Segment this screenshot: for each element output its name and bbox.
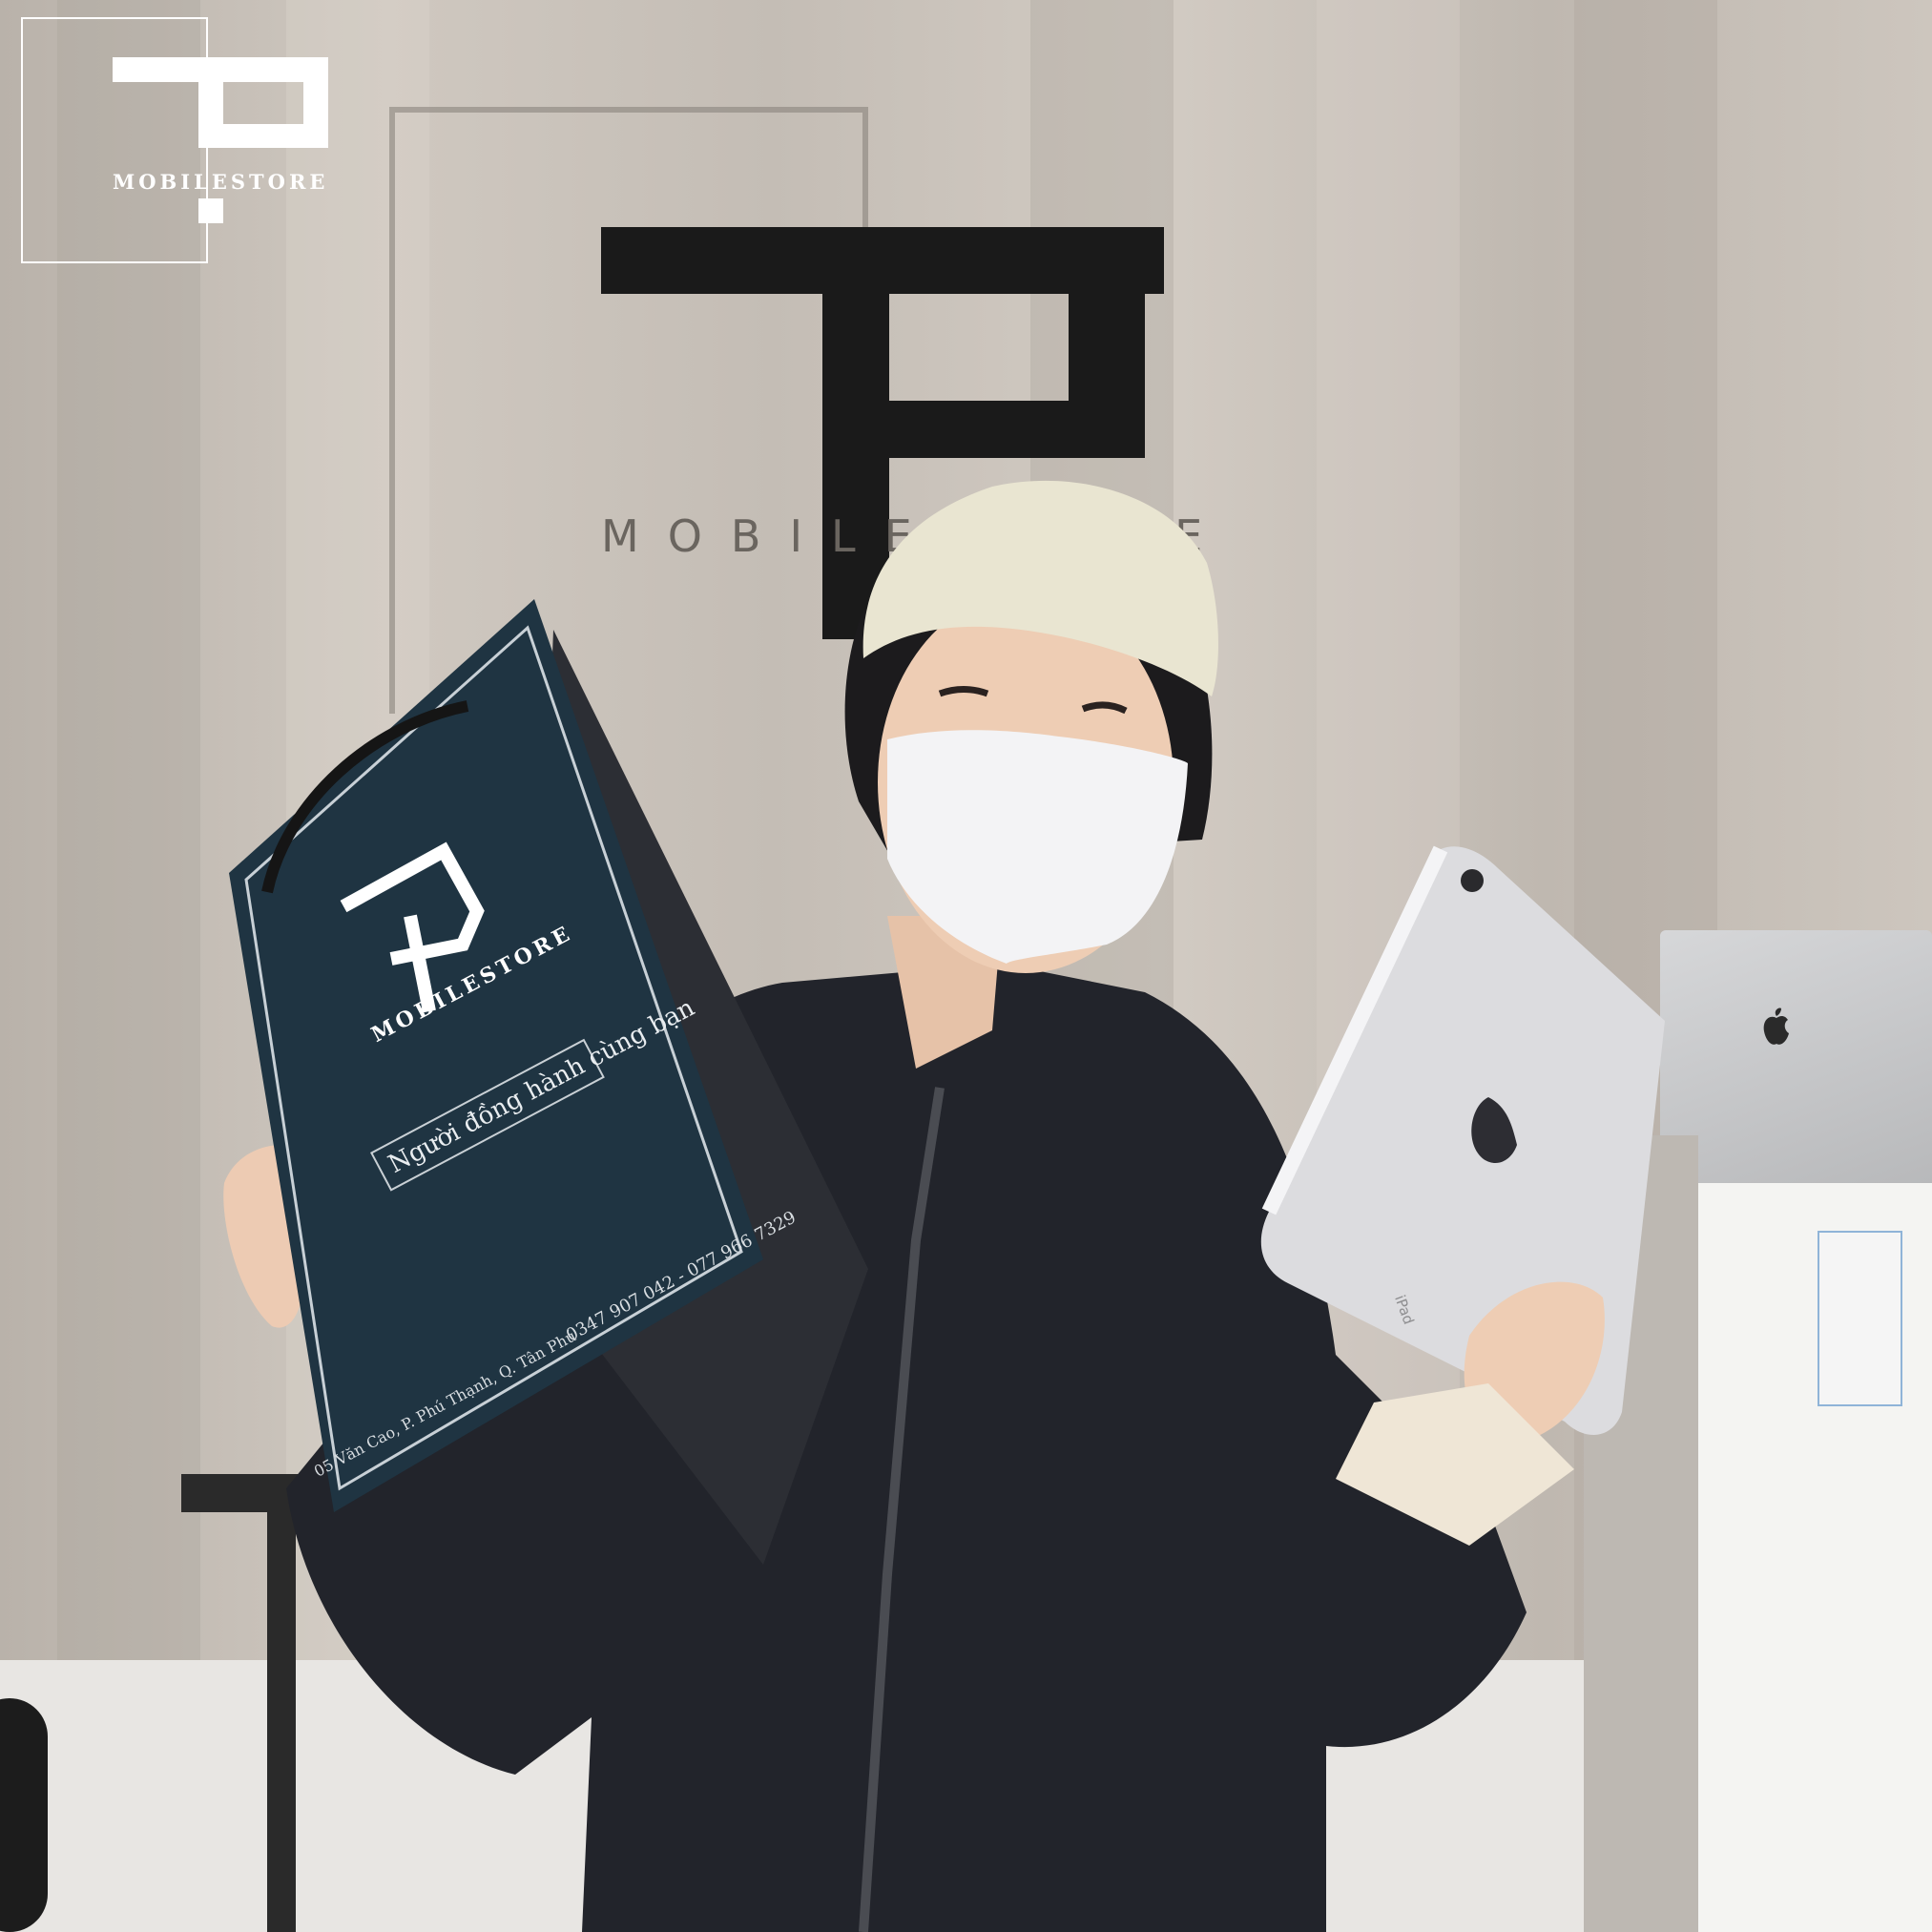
ipad-camera-icon (1461, 869, 1484, 892)
customer (223, 480, 1665, 1932)
watermark-logo-icon (113, 57, 328, 223)
watermark-brand-text: MOBILESTORE (113, 170, 329, 194)
store-photo: MOBILESTORE Người đồng hành cùng bạn 034… (0, 0, 1932, 1932)
